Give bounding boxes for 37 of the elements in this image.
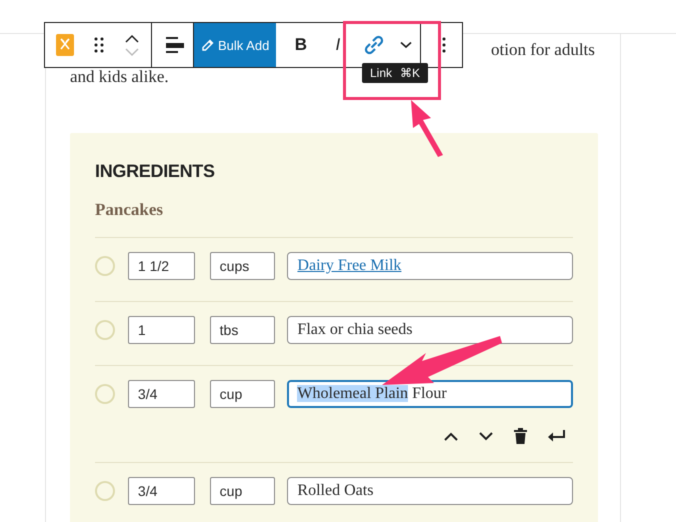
checkbox[interactable] bbox=[95, 384, 115, 404]
unit-field[interactable]: cup bbox=[210, 477, 276, 505]
align-left-icon[interactable] bbox=[166, 36, 184, 54]
ingredient-field[interactable]: Dairy Free Milk bbox=[287, 252, 573, 280]
bold-button[interactable]: B bbox=[282, 23, 320, 67]
section-heading: INGREDIENTS bbox=[95, 160, 216, 183]
amount-field[interactable]: 3/4 bbox=[128, 477, 195, 505]
italic-button[interactable]: I bbox=[319, 23, 356, 67]
drag-handle-icon[interactable] bbox=[94, 37, 104, 53]
pencil-icon[interactable] bbox=[201, 38, 214, 52]
checkbox[interactable] bbox=[95, 320, 115, 340]
paragraph-text: and kids alike. bbox=[70, 67, 169, 86]
amount-field[interactable]: 1 bbox=[128, 316, 195, 344]
unit-field[interactable]: cups bbox=[210, 252, 276, 280]
link-icon[interactable] bbox=[364, 35, 384, 55]
checkbox[interactable] bbox=[95, 481, 115, 501]
shortcut-text: ⌘K bbox=[400, 66, 420, 80]
move-up-icon[interactable] bbox=[125, 34, 139, 42]
group-heading: Pancakes bbox=[95, 199, 164, 221]
unit-field[interactable]: cup bbox=[210, 380, 276, 408]
trash-icon[interactable] bbox=[514, 428, 527, 444]
bulk-add-button[interactable]: Bulk Add bbox=[194, 23, 276, 67]
ingredient-link[interactable]: Dairy Free Milk bbox=[297, 257, 402, 275]
chevron-down-icon[interactable] bbox=[400, 41, 412, 49]
checkbox[interactable] bbox=[95, 256, 115, 276]
paragraph-text: otion for adults bbox=[491, 40, 595, 59]
move-up-icon[interactable] bbox=[444, 432, 458, 440]
unit-field[interactable]: tbs bbox=[210, 316, 276, 344]
move-down-icon[interactable] bbox=[479, 432, 493, 440]
ingredient-field[interactable]: Wholemeal Plain Flour bbox=[287, 380, 573, 408]
amount-field[interactable]: 3/4 bbox=[128, 380, 195, 408]
ingredient-field[interactable]: Flax or chia seeds bbox=[287, 316, 573, 344]
enter-icon[interactable] bbox=[548, 430, 566, 442]
ingredient-field[interactable]: Rolled Oats bbox=[287, 477, 573, 505]
more-options-icon[interactable] bbox=[442, 37, 446, 53]
amount-field[interactable]: 1 1/2 bbox=[128, 252, 195, 280]
tooltip-label: Link bbox=[370, 66, 392, 80]
